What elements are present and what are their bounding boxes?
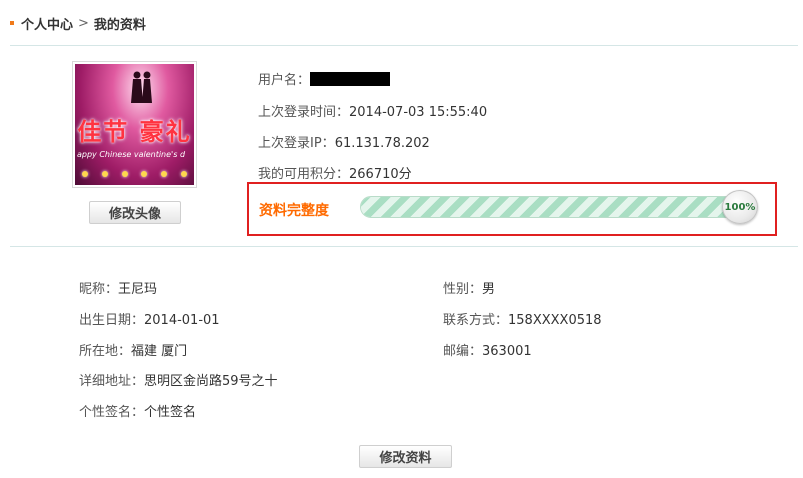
last-login-ip-value: 61.131.78.202 [334, 136, 430, 151]
birthday-field: 出生日期：2014-01-01 [79, 309, 220, 328]
points-row: 我的可用积分：266710分 [258, 163, 412, 182]
last-login-time-row: 上次登录时间：2014-07-03 15:55:40 [258, 101, 487, 120]
avatar-lights [75, 171, 194, 181]
breadcrumb-personal-center[interactable]: 个人中心 [21, 14, 73, 33]
address-field: 详细地址：思明区金尚路59号之十 [79, 370, 278, 389]
username-label: 用户名： [258, 73, 311, 88]
nickname-value: 王尼玛 [118, 282, 158, 297]
zip-field: 邮编：363001 [443, 340, 532, 359]
contact-field: 联系方式：158XXXX0518 [443, 309, 602, 328]
completeness-progress-fill [361, 197, 755, 217]
section-divider [10, 246, 798, 247]
zip-label: 邮编： [443, 344, 483, 359]
contact-value: 158XXXX0518 [508, 313, 602, 328]
avatar-image: 佳节 豪礼 appy Chinese valentine's d [75, 64, 194, 185]
last-login-ip-label: 上次登录IP： [258, 136, 335, 151]
address-value: 思明区金尚路59号之十 [144, 374, 278, 389]
completeness-percent-badge: 100% [722, 190, 758, 224]
breadcrumb-separator: > [78, 15, 89, 31]
location-value: 福建 厦门 [131, 344, 188, 359]
gender-value: 男 [482, 282, 496, 297]
breadcrumb-my-profile: 我的资料 [93, 17, 146, 33]
contact-label: 联系方式： [443, 313, 509, 328]
completeness-label: 资料完整度 [259, 203, 329, 219]
avatar-banner-subtext: appy Chinese valentine's d [77, 150, 186, 159]
last-login-ip-row: 上次登录IP：61.131.78.202 [258, 132, 430, 151]
top-divider [10, 45, 798, 46]
gender-label: 性别： [443, 282, 483, 297]
breadcrumb: 个人中心 > 我的资料 [10, 12, 146, 34]
location-field: 所在地：福建 厦门 [79, 340, 187, 359]
points-label: 我的可用积分： [258, 167, 350, 182]
couple-silhouette-icon [131, 71, 152, 103]
zip-value: 363001 [482, 344, 532, 359]
points-value: 266710分 [349, 167, 412, 182]
username-row: 用户名： [258, 69, 391, 88]
edit-avatar-button[interactable]: 修改头像 [89, 201, 181, 224]
breadcrumb-bullet-icon [10, 21, 14, 25]
birthday-label: 出生日期： [79, 313, 145, 328]
location-label: 所在地： [79, 344, 132, 359]
signature-label: 个性签名： [79, 405, 145, 420]
address-label: 详细地址： [79, 374, 145, 389]
signature-field: 个性签名：个性签名 [79, 401, 196, 420]
avatar: 佳节 豪礼 appy Chinese valentine's d [72, 61, 197, 188]
signature-value: 个性签名 [144, 405, 197, 420]
last-login-time-label: 上次登录时间： [258, 105, 350, 120]
nickname-label: 昵称： [79, 282, 119, 297]
profile-completeness-panel: 资料完整度 100% [247, 182, 777, 236]
username-redacted [310, 72, 391, 86]
avatar-banner-text: 佳节 豪礼 [77, 118, 192, 146]
gender-field: 性别：男 [443, 278, 495, 297]
completeness-progress-bar [360, 196, 756, 218]
last-login-time-value: 2014-07-03 15:55:40 [349, 105, 488, 120]
nickname-field: 昵称：王尼玛 [79, 278, 157, 297]
edit-profile-button[interactable]: 修改资料 [359, 445, 452, 468]
birthday-value: 2014-01-01 [144, 313, 220, 328]
